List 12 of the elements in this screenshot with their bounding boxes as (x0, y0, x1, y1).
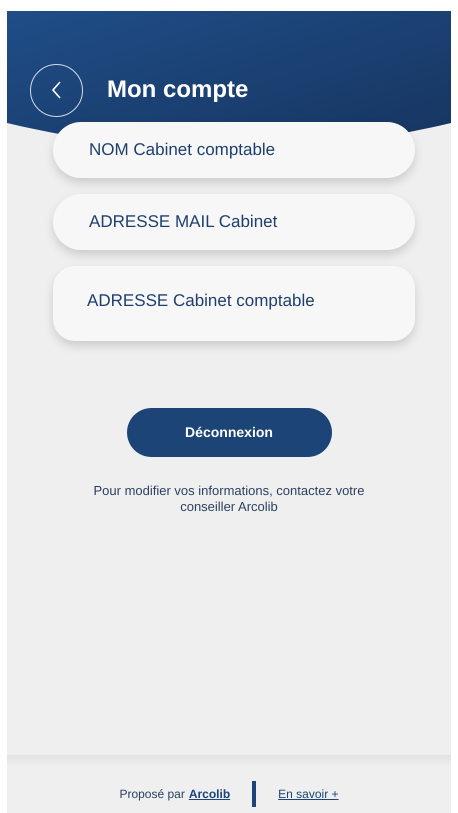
brand-link[interactable]: Arcolib (188, 785, 230, 803)
info-text: Pour modifier vos informations, contactez votre conseiller Arcolib (92, 483, 366, 515)
learn-more-link[interactable]: En savoir + (278, 785, 339, 803)
back-icon (52, 81, 62, 99)
info-field: ADRESSE MAIL Cabinet (53, 194, 415, 250)
info-field: ADRESSE Cabinet comptable (53, 266, 415, 341)
separator-bar (252, 781, 256, 807)
back-button[interactable] (30, 64, 83, 116)
info-field: NOM Cabinet comptable (53, 122, 415, 178)
credit-text: Proposé par (119, 786, 185, 803)
page-title: Mon compte (107, 75, 248, 105)
logout-button[interactable]: Déconnexion (126, 408, 332, 457)
